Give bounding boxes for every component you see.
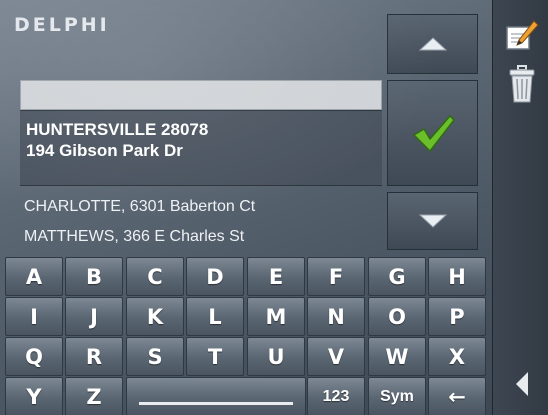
- search-entry-field[interactable]: [20, 80, 382, 110]
- key-z[interactable]: Z: [65, 377, 123, 415]
- key-i[interactable]: I: [5, 297, 63, 336]
- delete-button[interactable]: [497, 62, 547, 106]
- key-r[interactable]: R: [65, 337, 123, 376]
- trash-icon: [509, 65, 535, 103]
- result-item[interactable]: CHARLOTTE, 6301 Baberton Ct: [24, 198, 255, 216]
- screen: DELPHI HUNTERSVILLE 28078 194 Gibson Par…: [0, 0, 548, 415]
- checkmark-icon: [412, 115, 455, 152]
- key-c[interactable]: C: [126, 257, 184, 296]
- notepad-icon: [506, 20, 539, 50]
- selected-result-line1: HUNTERSVILLE 28078: [26, 120, 209, 139]
- confirm-button[interactable]: [387, 80, 478, 186]
- triangle-down-icon: [418, 214, 447, 228]
- key-u[interactable]: U: [247, 337, 305, 376]
- triangle-up-icon: [418, 37, 447, 51]
- result-item[interactable]: MATTHEWS, 366 E Charles St: [24, 228, 244, 246]
- key-f[interactable]: F: [307, 257, 365, 296]
- key-p[interactable]: P: [428, 297, 486, 336]
- key-h[interactable]: H: [428, 257, 486, 296]
- key-l[interactable]: L: [186, 297, 244, 336]
- right-toolbar: [492, 0, 548, 415]
- key-v[interactable]: V: [307, 337, 365, 376]
- key-y[interactable]: Y: [5, 377, 63, 415]
- selected-result-line2: 194 Gibson Park Dr: [26, 141, 183, 160]
- key-w[interactable]: W: [368, 337, 426, 376]
- scroll-down-button[interactable]: [387, 192, 478, 250]
- key-x[interactable]: X: [428, 337, 486, 376]
- notepad-button[interactable]: [497, 14, 547, 58]
- symbols-key[interactable]: Sym: [368, 377, 426, 415]
- key-j[interactable]: J: [65, 297, 123, 336]
- key-g[interactable]: G: [368, 257, 426, 296]
- numbers-key[interactable]: 123: [307, 377, 365, 415]
- scroll-up-button[interactable]: [387, 14, 478, 74]
- key-d[interactable]: D: [186, 257, 244, 296]
- key-s[interactable]: S: [126, 337, 184, 376]
- key-n[interactable]: N: [307, 297, 365, 336]
- key-a[interactable]: A: [5, 257, 63, 296]
- backspace-key[interactable]: ←: [428, 377, 486, 415]
- key-b[interactable]: B: [65, 257, 123, 296]
- key-e[interactable]: E: [247, 257, 305, 296]
- delphi-logo: DELPHI: [14, 14, 110, 36]
- selected-result[interactable]: HUNTERSVILLE 28078 194 Gibson Park Dr: [20, 110, 382, 186]
- back-button[interactable]: [497, 362, 547, 406]
- key-t[interactable]: T: [186, 337, 244, 376]
- key-k[interactable]: K: [126, 297, 184, 336]
- key-o[interactable]: O: [368, 297, 426, 336]
- key-q[interactable]: Q: [5, 337, 63, 376]
- main-panel: DELPHI HUNTERSVILLE 28078 194 Gibson Par…: [0, 0, 492, 415]
- key-m[interactable]: M: [247, 297, 305, 336]
- space-key[interactable]: [126, 377, 306, 415]
- back-arrow-icon: [516, 372, 528, 396]
- onscreen-keyboard: A B C D E F G H I J K L M N O P Q R S T …: [5, 257, 488, 415]
